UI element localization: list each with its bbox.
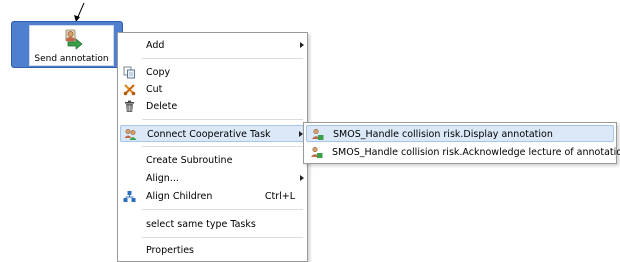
task-node-label: Send annotation — [34, 54, 109, 64]
menu-item-align-children-shortcut: Ctrl+L — [264, 191, 295, 202]
cooperative-task-icon — [310, 146, 323, 162]
cooperative-task-submenu: SMOS_Handle collision risk.Display annot… — [303, 122, 620, 164]
submenu-item-display-annotation[interactable]: SMOS_Handle collision risk.Display annot… — [306, 125, 614, 142]
menu-item-copy-label: Copy — [146, 67, 171, 78]
submenu-arrow-icon — [300, 175, 304, 181]
submenu-item-label: SMOS_Handle collision risk.Acknowledge l… — [332, 147, 620, 158]
menu-item-add[interactable]: Add — [120, 37, 305, 54]
menu-item-connect-cooperative-task[interactable]: Connect Cooperative Task — [120, 125, 305, 142]
menu-item-select-same-type-tasks[interactable]: select same type Tasks — [120, 216, 305, 233]
submenu-item-label: SMOS_Handle collision risk.Display annot… — [333, 129, 553, 140]
cooperative-task-icon — [124, 128, 137, 141]
menu-item-delete[interactable]: Delete — [120, 98, 305, 115]
task-node-send-annotation[interactable]: Send annotation — [11, 21, 123, 68]
menu-item-select-same-type-tasks-label: select same type Tasks — [146, 219, 256, 230]
menu-item-delete-label: Delete — [146, 101, 178, 112]
context-menu: Add Copy Cut Delete Connect Cooperative … — [117, 32, 308, 262]
menu-item-properties-label: Properties — [146, 245, 195, 256]
submenu-arrow-icon — [300, 42, 304, 48]
menu-separator — [142, 209, 303, 210]
submenu-item-acknowledge-lecture[interactable]: SMOS_Handle collision risk.Acknowledge l… — [306, 144, 620, 162]
menu-item-create-subroutine[interactable]: Create Subroutine — [120, 152, 305, 169]
menu-separator — [142, 119, 303, 120]
send-annotation-icon — [63, 29, 83, 54]
task-node-body[interactable]: Send annotation — [29, 25, 114, 66]
menu-item-align-children[interactable]: Align Children Ctrl+L — [120, 188, 305, 205]
cooperative-task-icon — [311, 128, 324, 144]
menu-item-connect-cooperative-task-label: Connect Cooperative Task — [147, 129, 271, 140]
align-children-icon — [123, 190, 136, 203]
menu-item-align[interactable]: Align... — [120, 170, 305, 187]
menu-item-align-label: Align... — [146, 173, 179, 184]
menu-item-create-subroutine-label: Create Subroutine — [146, 155, 233, 166]
delete-icon — [123, 100, 136, 113]
menu-item-copy[interactable]: Copy — [120, 64, 305, 81]
menu-item-add-label: Add — [146, 40, 165, 51]
menu-separator — [142, 146, 303, 147]
menu-separator — [142, 237, 303, 238]
copy-icon — [123, 66, 136, 79]
cut-icon — [123, 83, 136, 96]
menu-separator — [142, 58, 303, 59]
menu-item-properties[interactable]: Properties — [120, 242, 305, 259]
menu-item-align-children-label: Align Children — [146, 191, 213, 202]
menu-item-cut[interactable]: Cut — [120, 81, 305, 98]
menu-item-cut-label: Cut — [146, 84, 163, 95]
